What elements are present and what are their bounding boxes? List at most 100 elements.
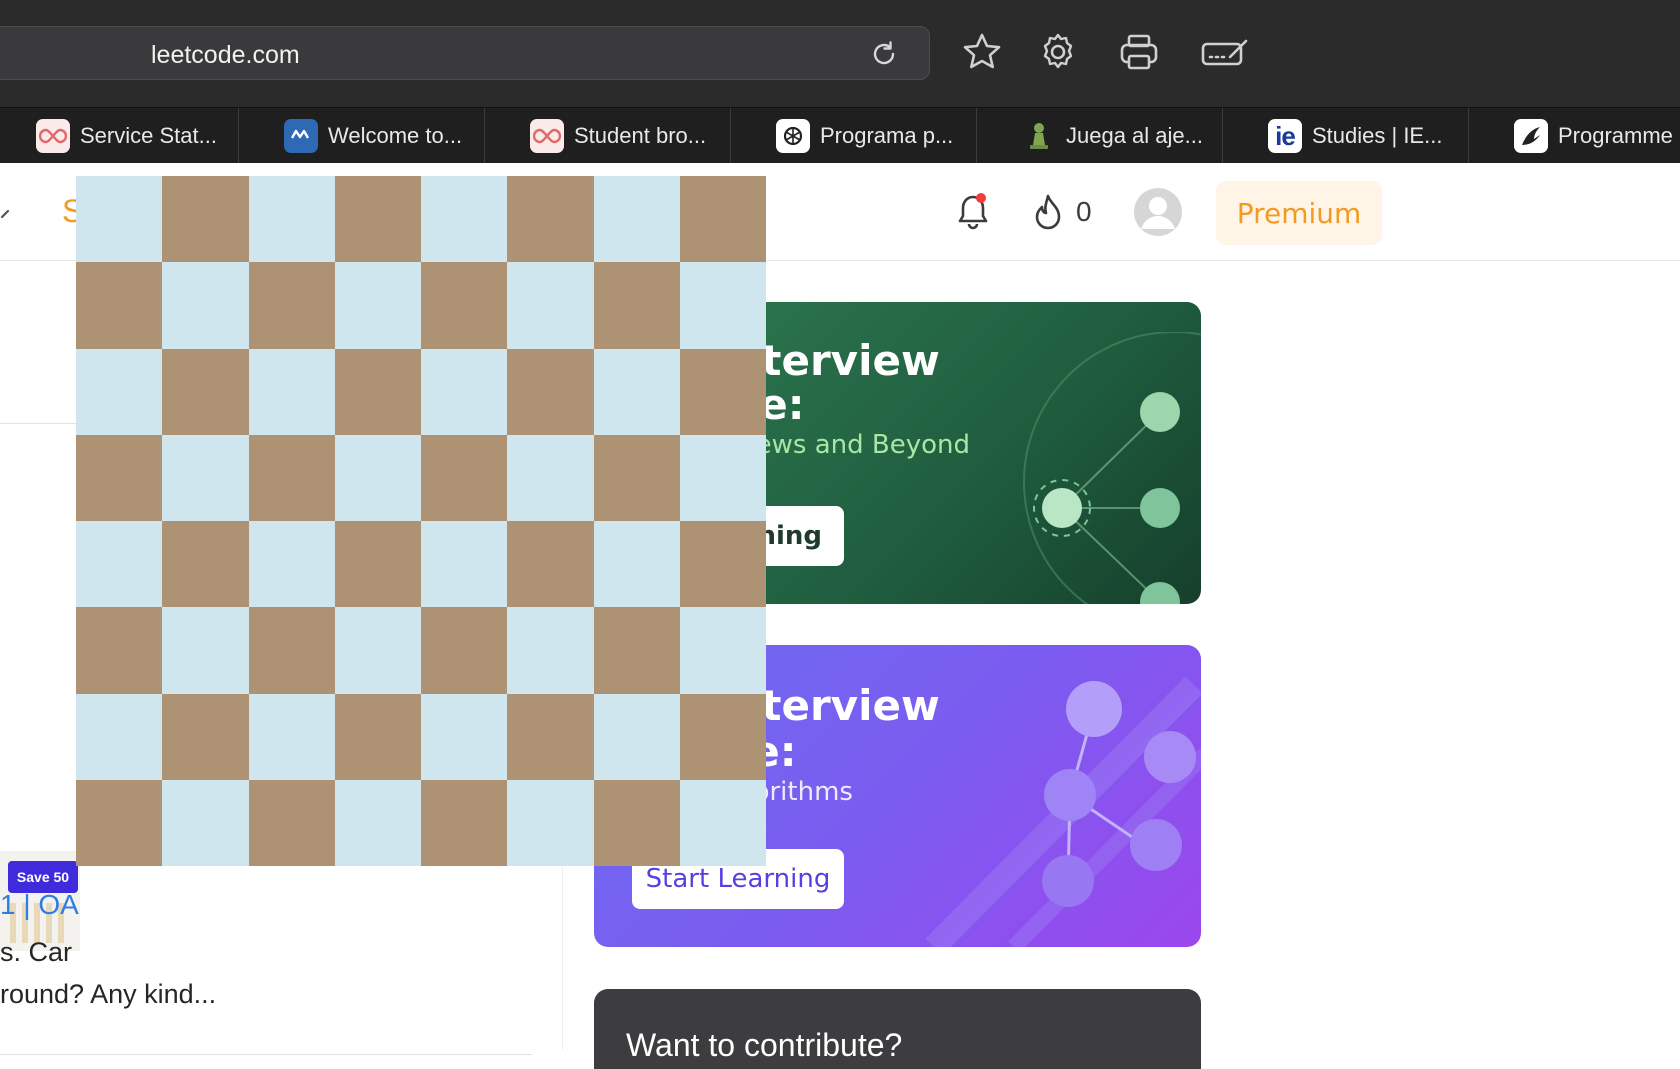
- checkerboard-overlay: [76, 176, 766, 866]
- checker-square: [334, 521, 421, 608]
- checker-square: [593, 607, 680, 694]
- tab-label: Welcome to...: [328, 123, 463, 148]
- checker-square: [334, 434, 421, 521]
- checker-square: [507, 779, 594, 866]
- checker-square: [334, 607, 421, 694]
- checker-square: [248, 521, 335, 608]
- checker-square: [679, 607, 766, 694]
- tab-label: Studies | IE...: [1312, 123, 1443, 148]
- checker-square: [593, 434, 680, 521]
- checker-square: [162, 434, 249, 521]
- checker-square: [593, 348, 680, 435]
- checker-square: [334, 262, 421, 349]
- checker-square: [679, 176, 766, 263]
- checker-square: [507, 693, 594, 780]
- tab-student-browser[interactable]: Student bro...: [494, 108, 730, 164]
- checker-square: [248, 434, 335, 521]
- checker-square: [507, 521, 594, 608]
- chevron-icon[interactable]: [0, 203, 14, 223]
- tab-label: Programa p...: [820, 123, 954, 148]
- tab-chess[interactable]: Juega al aje...: [986, 108, 1222, 164]
- post-title-link[interactable]: 1 | OA: [0, 889, 79, 921]
- reload-icon[interactable]: [869, 39, 899, 69]
- checker-square: [421, 176, 508, 263]
- checker-square: [679, 262, 766, 349]
- checker-square: [421, 693, 508, 780]
- print-icon[interactable]: [1117, 30, 1161, 74]
- checker-square: [593, 176, 680, 263]
- checker-square: [248, 176, 335, 263]
- tab-service-status[interactable]: Service Stat...: [0, 108, 238, 164]
- checker-square: [679, 521, 766, 608]
- address-bar[interactable]: leetcode.com: [0, 26, 930, 80]
- checker-square: [593, 693, 680, 780]
- checker-square: [421, 521, 508, 608]
- tab-programa[interactable]: Programa p...: [740, 108, 976, 164]
- tree-graphic: [925, 676, 1201, 947]
- tab-divider: [484, 108, 485, 164]
- checker-square: [679, 348, 766, 435]
- tab-programme[interactable]: Programme: [1478, 108, 1680, 164]
- checker-square: [334, 348, 421, 435]
- tab-ie-studies[interactable]: ie Studies | IE...: [1232, 108, 1468, 164]
- edit-markup-icon[interactable]: [1200, 30, 1250, 74]
- tab-divider: [1468, 108, 1469, 164]
- checker-square: [162, 176, 249, 263]
- checker-square: [162, 348, 249, 435]
- checker-square: [507, 348, 594, 435]
- checker-square: [679, 779, 766, 866]
- checker-square: [248, 693, 335, 780]
- checker-square: [248, 779, 335, 866]
- checker-square: [421, 779, 508, 866]
- checker-square: [162, 262, 249, 349]
- checker-square: [162, 779, 249, 866]
- post-excerpt-line: round? Any kind...: [0, 979, 217, 1009]
- checker-square: [679, 434, 766, 521]
- checker-square: [248, 607, 335, 694]
- checker-square: [593, 521, 680, 608]
- tab-bar: Service Stat... Welcome to... Student br…: [0, 107, 1680, 164]
- tab-label: Juega al aje...: [1066, 123, 1203, 148]
- checker-square: [162, 693, 249, 780]
- checker-square: [76, 779, 163, 866]
- checker-square: [507, 607, 594, 694]
- tab-divider: [1222, 108, 1223, 164]
- checker-square: [76, 521, 163, 608]
- checker-square: [162, 607, 249, 694]
- checker-square: [421, 262, 508, 349]
- infinity-icon: [530, 119, 564, 153]
- gear-icon[interactable]: [1036, 30, 1080, 74]
- checker-square: [593, 779, 680, 866]
- checker-square: [334, 779, 421, 866]
- checker-square: [76, 176, 163, 263]
- tab-divider: [730, 108, 731, 164]
- checker-square: [507, 262, 594, 349]
- checker-square: [507, 176, 594, 263]
- checker-square: [334, 693, 421, 780]
- checker-square: [76, 262, 163, 349]
- tab-divider: [976, 108, 977, 164]
- streak-count: 0: [1076, 196, 1092, 227]
- url-text[interactable]: leetcode.com: [151, 41, 300, 70]
- checker-square: [507, 434, 594, 521]
- streak-flame-icon[interactable]: [1032, 193, 1064, 231]
- post-excerpt-line: s. Car: [0, 937, 73, 967]
- chess-pawn-icon: [1022, 119, 1056, 153]
- bookmark-star-icon[interactable]: [960, 30, 1004, 74]
- divider: [0, 1054, 532, 1055]
- ie-logo-icon: ie: [1268, 119, 1302, 153]
- checker-square: [334, 176, 421, 263]
- checker-square: [76, 607, 163, 694]
- tab-label: Service Stat...: [80, 123, 217, 148]
- avatar[interactable]: [1133, 187, 1183, 237]
- checker-square: [248, 262, 335, 349]
- app-logo-icon: [284, 119, 318, 153]
- premium-button[interactable]: Premium: [1216, 181, 1382, 245]
- tab-divider: [238, 108, 239, 164]
- checker-square: [162, 521, 249, 608]
- checker-square: [76, 434, 163, 521]
- contribute-card[interactable]: Want to contribute?: [594, 989, 1201, 1069]
- bell-icon[interactable]: [955, 191, 991, 231]
- checker-square: [421, 607, 508, 694]
- tab-welcome[interactable]: Welcome to...: [248, 108, 484, 164]
